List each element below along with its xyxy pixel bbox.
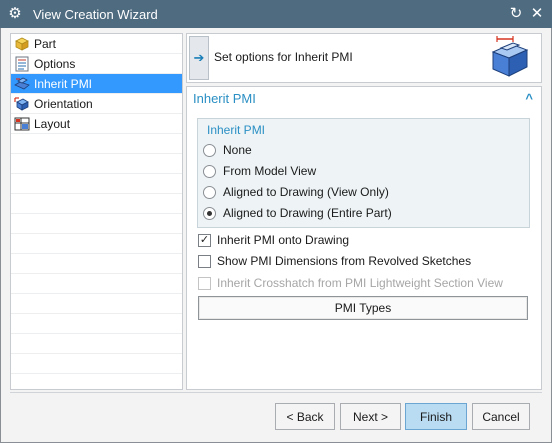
- step-label: Layout: [34, 116, 71, 131]
- gear-icon: ⚙: [8, 5, 22, 22]
- cancel-button[interactable]: Cancel: [472, 403, 530, 430]
- step-options[interactable]: Options: [11, 54, 182, 74]
- inherit-pmi-section: Inherit PMI ^ Inherit PMI None From Mode…: [186, 86, 542, 390]
- checkbox-show-pmi-dimensions[interactable]: Show PMI Dimensions from Revolved Sketch…: [198, 254, 471, 268]
- empty-row: [11, 254, 182, 274]
- empty-row: [11, 134, 182, 154]
- radio-label: From Model View: [223, 164, 317, 178]
- empty-row: [11, 334, 182, 354]
- window-title: View Creation Wizard: [33, 6, 158, 22]
- chevron-up-icon[interactable]: ^: [525, 91, 533, 106]
- radio-button[interactable]: [203, 164, 216, 178]
- radio-label: Aligned to Drawing (Entire Part): [223, 206, 392, 220]
- step-label: Inherit PMI: [34, 76, 93, 91]
- wizard-steps-list: Part Options Inherit PMI Orientation Lay…: [10, 33, 183, 390]
- empty-row: [11, 174, 182, 194]
- back-button[interactable]: < Back: [275, 403, 335, 430]
- checkbox-label: Inherit Crosshatch from PMI Lightweight …: [217, 276, 503, 290]
- step-label: Part: [34, 36, 57, 51]
- radio-label: None: [223, 143, 252, 157]
- checkbox-label: Show PMI Dimensions from Revolved Sketch…: [217, 254, 472, 268]
- step-inherit-pmi[interactable]: Inherit PMI: [11, 74, 182, 94]
- arrow-right-icon[interactable]: ➔: [189, 36, 209, 80]
- step-panel: ➔ Set options for Inherit PMI Inherit PM…: [186, 33, 542, 390]
- checkbox-inherit-crosshatch: Inherit Crosshatch from PMI Lightweight …: [198, 276, 503, 290]
- step-layout[interactable]: Layout: [11, 114, 182, 134]
- empty-row: [11, 294, 182, 314]
- radio-button[interactable]: [203, 206, 216, 220]
- step-instruction: Set options for Inherit PMI: [214, 50, 353, 64]
- pmi-types-button[interactable]: PMI Types: [198, 296, 528, 320]
- checkbox[interactable]: [198, 254, 211, 268]
- close-icon[interactable]: ✕: [528, 4, 546, 22]
- checkbox[interactable]: ✓: [198, 233, 211, 247]
- orientation-icon: [14, 96, 30, 112]
- empty-row: [11, 274, 182, 294]
- step-label: Options: [34, 56, 76, 71]
- layout-icon: [14, 116, 30, 132]
- radio-from-model-view[interactable]: From Model View: [203, 164, 316, 178]
- options-icon: [14, 56, 30, 72]
- empty-row: [11, 194, 182, 214]
- radio-button[interactable]: [203, 185, 216, 199]
- checkbox-inherit-pmi-onto-drawing[interactable]: ✓ Inherit PMI onto Drawing: [198, 233, 349, 247]
- group-label: Inherit PMI: [207, 123, 266, 137]
- step-part[interactable]: Part: [11, 34, 182, 54]
- radio-aligned-entire-part[interactable]: Aligned to Drawing (Entire Part): [203, 206, 392, 220]
- empty-row: [11, 234, 182, 254]
- radio-button[interactable]: [203, 143, 216, 157]
- part-icon: [14, 36, 30, 52]
- step-header: ➔ Set options for Inherit PMI: [186, 33, 542, 83]
- reset-icon[interactable]: ↻: [507, 4, 525, 22]
- radio-aligned-view-only[interactable]: Aligned to Drawing (View Only): [203, 185, 389, 199]
- next-button[interactable]: Next >: [340, 403, 401, 430]
- checkbox-label: Inherit PMI onto Drawing: [217, 233, 350, 247]
- empty-row: [11, 314, 182, 334]
- empty-row: [11, 214, 182, 234]
- finish-button[interactable]: Finish: [405, 403, 467, 430]
- step-label: Orientation: [34, 96, 93, 111]
- radio-label: Aligned to Drawing (View Only): [223, 185, 389, 199]
- title-bar: ⚙ View Creation Wizard ↻ ✕: [0, 0, 552, 28]
- section-title: Inherit PMI: [193, 91, 256, 106]
- step-orientation[interactable]: Orientation: [11, 94, 182, 114]
- footer-divider: [10, 392, 542, 393]
- checkbox: [198, 276, 211, 290]
- inherit-pmi-icon: [14, 76, 30, 92]
- radio-none[interactable]: None: [203, 143, 252, 157]
- inherit-pmi-group: Inherit PMI None From Model View Aligned…: [197, 118, 530, 228]
- empty-row: [11, 354, 182, 374]
- empty-row: [11, 154, 182, 174]
- view-wizard-icon: [485, 36, 531, 80]
